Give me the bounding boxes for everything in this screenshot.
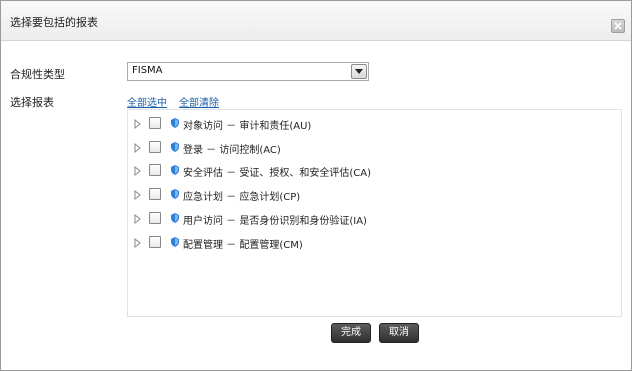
ok-button[interactable]: 完成 [331,323,371,343]
tree-node-ca: 安全评估 － 受证、授权、和安全评估(CA) [128,162,608,180]
cancel-button[interactable]: 取消 [379,323,419,343]
compliance-type-value: FISMA [132,65,163,76]
compliance-type-select[interactable]: FISMA [127,62,369,81]
select-reports-label: 选择报表 [10,96,54,109]
tree-node-label[interactable]: 安全评估 － 受证、授权、和安全评估(CA) [183,164,371,179]
expand-arrow-icon[interactable] [134,190,142,200]
dropdown-arrow-button[interactable] [351,64,367,79]
expand-arrow-icon[interactable] [134,119,142,129]
expand-arrow-icon[interactable] [134,166,142,176]
tree-node-checkbox[interactable] [149,188,161,200]
report-selection-dialog: 选择要包括的报表 合规性类型 FISMA 选择报表 全部选中 全部清除 对象访问… [0,0,632,371]
tree-node-checkbox[interactable] [149,212,161,224]
dialog-titlebar: 选择要包括的报表 [1,1,631,41]
tree-node-ia: 用户访问 － 是否身份识别和身份验证(IA) [128,210,608,228]
tree-node-checkbox[interactable] [149,117,161,129]
tree-node-label[interactable]: 登录 － 访问控制(AC) [183,141,281,156]
tree-node-label[interactable]: 对象访问 － 审计和责任(AU) [183,117,311,132]
blue-shield-icon [171,237,179,247]
tree-node-checkbox[interactable] [149,141,161,153]
chevron-down-icon [355,69,363,74]
expand-arrow-icon[interactable] [134,143,142,153]
expand-arrow-icon[interactable] [134,238,142,248]
tree-node-cp: 应急计划 － 应急计划(CP) [128,186,608,204]
tree-node-label[interactable]: 配置管理 － 配置管理(CM) [183,236,303,251]
tree-node-ac: 登录 － 访问控制(AC) [128,139,608,157]
blue-shield-icon [171,165,179,175]
clear-all-link[interactable]: 全部清除 [179,94,219,109]
dialog-title: 选择要包括的报表 [10,16,98,29]
compliance-type-label: 合规性类型 [10,68,65,81]
expand-arrow-icon[interactable] [134,214,142,224]
blue-shield-icon [171,142,179,152]
tree-node-label[interactable]: 用户访问 － 是否身份识别和身份验证(IA) [183,212,367,227]
tree-node-cm: 配置管理 － 配置管理(CM) [128,234,608,252]
close-icon [614,22,622,30]
blue-shield-icon [171,189,179,199]
blue-shield-icon [171,118,179,128]
tree-node-checkbox[interactable] [149,164,161,176]
blue-shield-icon [171,213,179,223]
report-tree: 对象访问 － 审计和责任(AU) 登录 － 访问控制(AC) 安全评估 － 受证… [127,109,622,317]
tree-node-au: 对象访问 － 审计和责任(AU) [128,115,608,133]
close-button[interactable] [611,19,625,33]
select-all-link[interactable]: 全部选中 [127,94,167,109]
tree-node-label[interactable]: 应急计划 － 应急计划(CP) [183,188,300,203]
tree-node-checkbox[interactable] [149,236,161,248]
